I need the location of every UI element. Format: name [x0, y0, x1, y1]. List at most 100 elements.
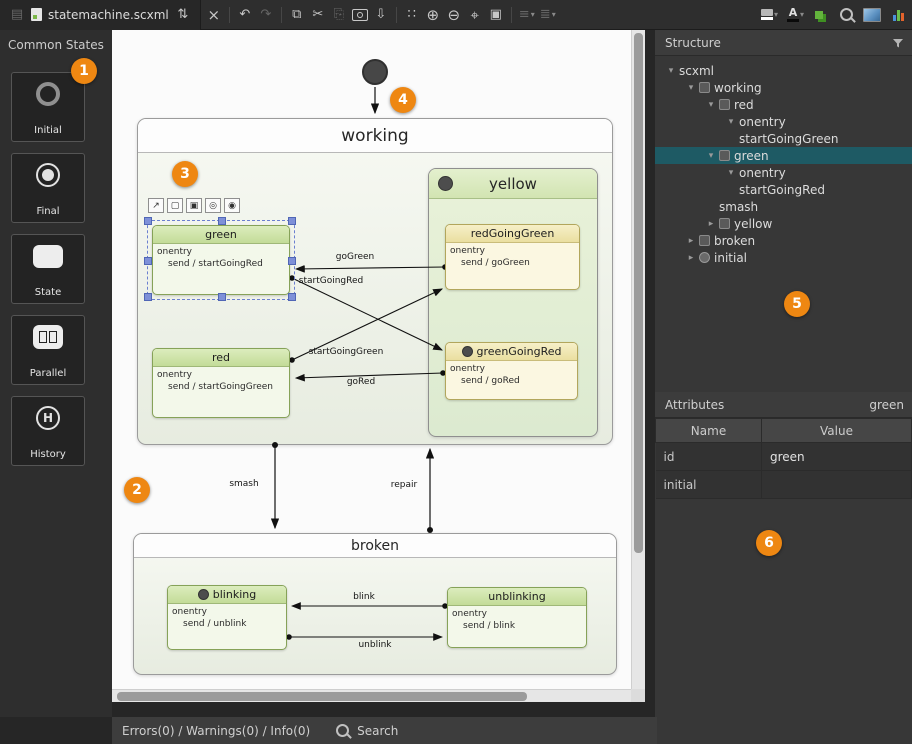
resize-handle[interactable] [144, 257, 152, 265]
fit-to-screen-icon[interactable]: ⌖ [467, 4, 483, 26]
expand-arrow-icon[interactable]: ▾ [703, 151, 719, 161]
initial-state-node[interactable] [362, 59, 388, 85]
state-blinking[interactable]: blinking onentry send / unblink [167, 585, 287, 650]
tree-item-initial[interactable]: ▸ initial [655, 249, 912, 266]
tree-item-scxml[interactable]: ▾ scxml [655, 62, 912, 79]
copy-icon[interactable]: ⧉ [289, 4, 305, 26]
horizontal-scrollbar[interactable] [112, 689, 631, 702]
color-theme-icon[interactable] [813, 4, 829, 26]
palette-item-label: State [35, 287, 61, 298]
close-document-icon[interactable]: × [206, 4, 222, 26]
tool-substate-button[interactable]: ▣ [186, 198, 202, 213]
panel-toggle-icon[interactable]: ▤ [9, 4, 25, 26]
adjust-states-icon[interactable]: ≣▾ [540, 4, 556, 26]
attr-value-cell[interactable] [762, 471, 912, 499]
tree-item-broken[interactable]: ▸ broken [655, 232, 912, 249]
state-title: unblinking [448, 588, 586, 606]
state-chart-canvas[interactable]: working yellow broken green onentry send… [112, 30, 645, 702]
resize-handle[interactable] [218, 293, 226, 301]
horizontal-scrollbar-thumb[interactable] [117, 692, 527, 701]
expand-arrow-icon[interactable]: ▾ [723, 168, 739, 178]
tree-item-onentry[interactable]: ▾ onentry [655, 113, 912, 130]
export-canvas-icon[interactable]: ⇩ [373, 4, 389, 26]
tool-initial-button[interactable]: ◉ [224, 198, 240, 213]
vertical-scrollbar[interactable] [631, 30, 645, 689]
image-view-icon[interactable] [863, 4, 881, 26]
initial-marker-icon [462, 346, 473, 357]
redo-icon[interactable]: ↷ [258, 4, 274, 26]
transition-label-blink[interactable]: blink [353, 592, 375, 602]
screenshot-icon[interactable] [352, 4, 368, 26]
attr-col-name[interactable]: Name [656, 419, 762, 443]
expand-arrow-icon[interactable]: ▾ [663, 66, 679, 76]
tool-state-button[interactable]: ▢ [167, 198, 183, 213]
search-icon [336, 724, 349, 737]
tree-item-yellow[interactable]: ▸ yellow [655, 215, 912, 232]
align-states-icon[interactable]: ≡▾ [519, 4, 535, 26]
search-control[interactable]: Search [336, 724, 398, 738]
history-state-icon: H [36, 406, 60, 430]
expand-arrow-icon[interactable]: ▸ [703, 219, 719, 229]
zoom-in-icon[interactable]: ⊕ [425, 4, 441, 26]
tool-transition-button[interactable]: ↗ [148, 198, 164, 213]
resize-handle[interactable] [288, 257, 296, 265]
attr-name-cell: id [656, 443, 762, 471]
resize-handle[interactable] [144, 293, 152, 301]
tree-item-startGoingGreen[interactable]: startGoingGreen [655, 130, 912, 147]
tree-item-green[interactable]: ▾ green [655, 147, 912, 164]
document-switcher-icon[interactable]: ⇅ [175, 4, 191, 26]
attr-value-cell[interactable]: green [762, 443, 912, 471]
expand-arrow-icon[interactable]: ▾ [683, 83, 699, 93]
tree-item-onentry[interactable]: ▾ onentry [655, 164, 912, 181]
attr-name-cell: initial [656, 471, 762, 499]
attr-col-value[interactable]: Value [762, 419, 912, 443]
vertical-scrollbar-thumb[interactable] [634, 33, 643, 553]
transition-label-startGoingGreen[interactable]: startGoingGreen [309, 347, 384, 357]
palette-item-parallel[interactable]: Parallel [11, 315, 85, 385]
palette-item-history[interactable]: H History [11, 396, 85, 466]
state-unblinking[interactable]: unblinking onentry send / blink [447, 587, 587, 648]
transition-label-goRed[interactable]: goRed [347, 377, 375, 387]
state-greenGoingRed[interactable]: greenGoingRed onentry send / goRed [445, 342, 578, 400]
state-red[interactable]: red onentry send / startGoingGreen [152, 348, 290, 418]
resize-handle[interactable] [288, 217, 296, 225]
palette-item-initial[interactable]: Initial [11, 72, 85, 142]
palette-item-final[interactable]: Final [11, 153, 85, 223]
adjust-grid-icon[interactable]: ∷ [404, 4, 420, 26]
resize-handle[interactable] [288, 293, 296, 301]
issues-summary[interactable]: Errors(0) / Warnings(0) / Info(0) [122, 724, 310, 738]
paste-icon[interactable]: ⎘ [331, 4, 347, 26]
state-working-header[interactable]: working [138, 119, 612, 153]
resize-handle[interactable] [144, 217, 152, 225]
tree-item-label: startGoingGreen [739, 132, 839, 146]
undo-icon[interactable]: ↶ [237, 4, 253, 26]
document-tab[interactable]: ▤ statemachine.scxml ⇅ [0, 0, 201, 30]
palette-item-state[interactable]: State [11, 234, 85, 304]
filter-icon[interactable] [892, 37, 904, 49]
state-broken-header[interactable]: broken [134, 534, 616, 558]
tree-item-startGoingRed[interactable]: startGoingRed [655, 181, 912, 198]
tree-item-smash[interactable]: smash [655, 198, 912, 215]
zoom-out-icon[interactable]: ⊖ [446, 4, 462, 26]
tree-item-red[interactable]: ▾ red [655, 96, 912, 113]
expand-arrow-icon[interactable]: ▾ [723, 117, 739, 127]
expand-arrow-icon[interactable]: ▸ [683, 253, 699, 263]
resize-handle[interactable] [218, 217, 226, 225]
state-redGoingGreen[interactable]: redGoingGreen onentry send / goGreen [445, 224, 580, 290]
transition-label-goGreen[interactable]: goGreen [336, 252, 374, 262]
transition-label-repair[interactable]: repair [391, 480, 417, 490]
cut-icon[interactable]: ✂ [310, 4, 326, 26]
tool-final-button[interactable]: ◎ [205, 198, 221, 213]
tree-item-working[interactable]: ▾ working [655, 79, 912, 96]
expand-arrow-icon[interactable]: ▸ [683, 236, 699, 246]
search-icon[interactable] [838, 4, 854, 26]
fill-color-icon[interactable]: ▾ [761, 4, 778, 26]
font-color-icon[interactable]: A ▾ [787, 4, 804, 26]
state-yellow-header[interactable]: yellow [429, 169, 597, 199]
expand-arrow-icon[interactable]: ▾ [703, 100, 719, 110]
transition-label-unblink[interactable]: unblink [358, 640, 391, 650]
transition-label-smash[interactable]: smash [229, 479, 258, 489]
statistics-icon[interactable] [890, 4, 906, 26]
pan-view-icon[interactable]: ▣ [488, 4, 504, 26]
transition-label-startGoingRed[interactable]: startGoingRed [299, 276, 363, 286]
